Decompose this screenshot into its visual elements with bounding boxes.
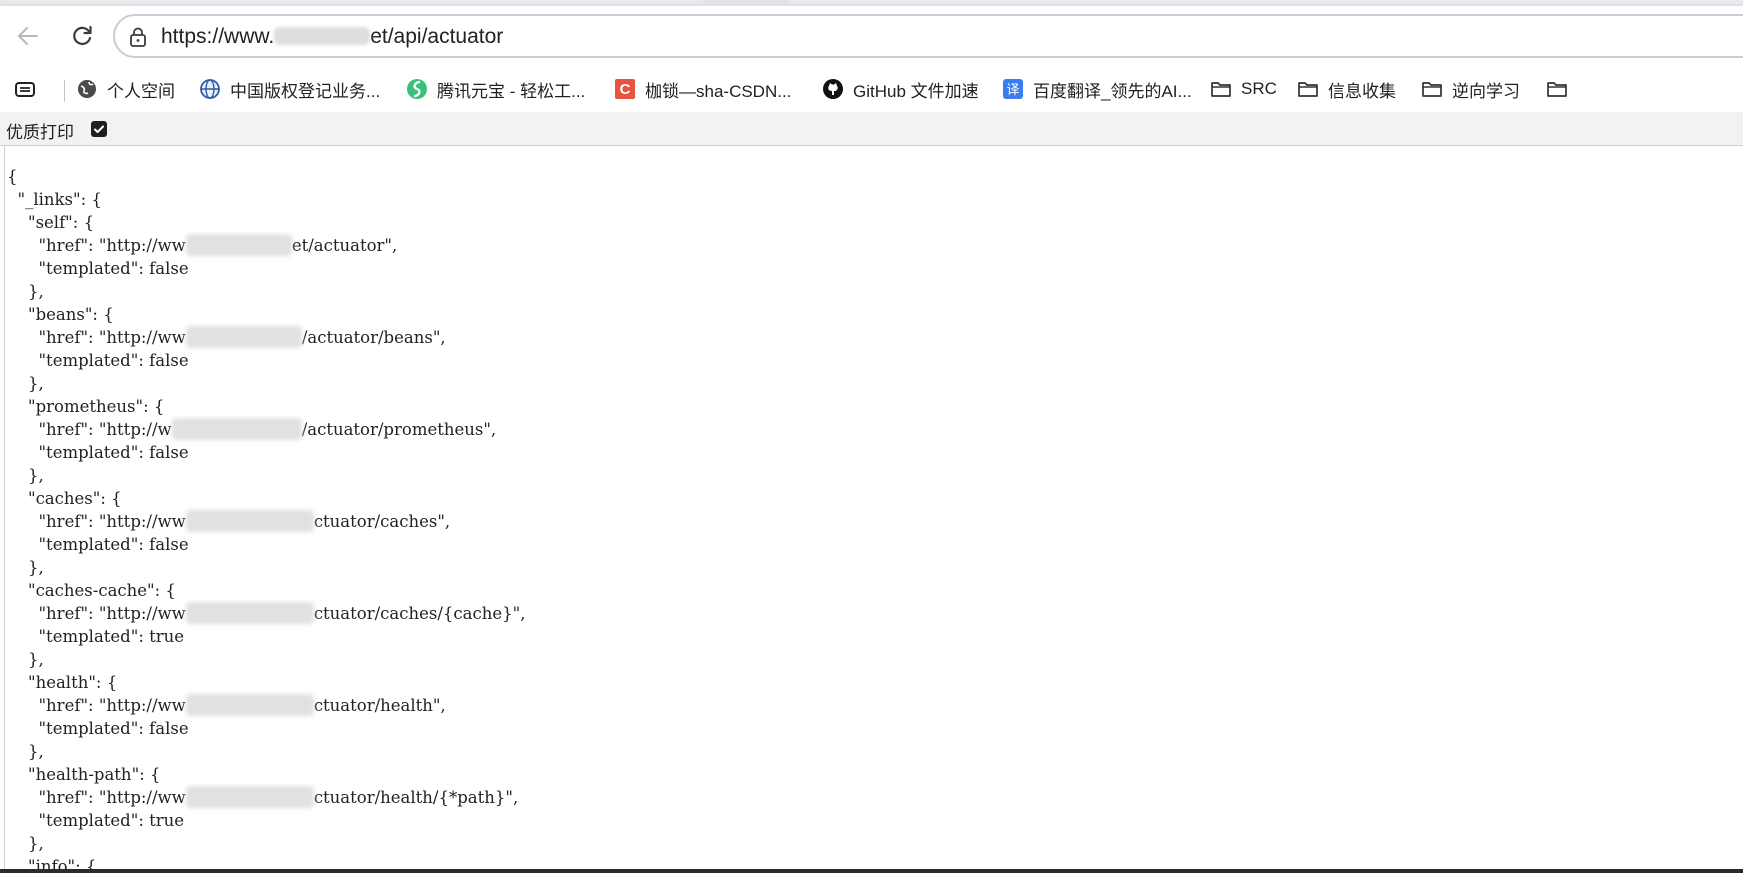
redacted-host: [185, 326, 302, 348]
json-line: "href": "http://ww ctuator/health",: [7, 694, 446, 716]
taskbar-edge: [0, 869, 1743, 873]
bookmark-personal-space[interactable]: 个人空间: [76, 76, 175, 102]
tab-inactive[interactable]: [0, 0, 705, 4]
bookmark-folder-info-gather[interactable]: 信息收集: [1297, 76, 1396, 102]
bookmark-label: 信息收集: [1328, 81, 1396, 101]
redacted-host: [185, 234, 292, 256]
svg-text:C: C: [620, 81, 631, 98]
bookmark-copyright[interactable]: 中国版权登记业务...: [199, 76, 380, 102]
folder-icon: [1546, 78, 1568, 100]
bookmark-csdn[interactable]: C 枷锁—sha-CSDN...: [614, 76, 791, 102]
bookmark-label: 枷锁—sha-CSDN...: [645, 81, 792, 101]
json-line: "beans": {: [7, 305, 114, 324]
redacted-host: [185, 510, 314, 532]
json-line: "templated": false: [7, 535, 189, 554]
back-button[interactable]: [12, 20, 44, 52]
json-line: "self": {: [7, 213, 95, 232]
pretty-print-label: 优质打印: [6, 123, 74, 143]
folder-icon: [1297, 78, 1319, 100]
redacted-host: [185, 786, 314, 808]
url-text[interactable]: https://www. et/api/actuator: [161, 25, 503, 49]
checkmark-icon: [94, 125, 104, 134]
json-line: "href": "http://ww ctuator/caches/{cache}…: [7, 602, 526, 624]
bookmark-folder-reverse[interactable]: 逆向学习: [1421, 76, 1520, 102]
csdn-icon: C: [614, 78, 636, 100]
yuanbao-icon: [406, 78, 428, 100]
json-line: "caches-cache": {: [7, 581, 176, 600]
url-visible-suffix: et/api/actuator: [370, 25, 504, 48]
json-line: "href": "http://ww/actuator/beans",: [7, 326, 446, 348]
bookmark-label: 逆向学习: [1452, 81, 1520, 101]
json-line: "href": "http://w/actuator/prometheus",: [7, 418, 497, 440]
json-line: {: [7, 167, 18, 186]
json-line: "href": "http://ww et/actuator",: [7, 234, 398, 256]
redacted-host: [185, 602, 314, 624]
viewer-left-border: [4, 146, 5, 870]
copyright-globe-icon: [199, 78, 221, 100]
redacted-host: [185, 694, 314, 716]
json-line: "templated": false: [7, 719, 189, 738]
json-line: "templated": true: [7, 811, 185, 830]
bookmark-label: 个人空间: [107, 81, 175, 101]
globe-icon: [76, 78, 98, 100]
url-visible-prefix: https://www.: [161, 25, 275, 48]
bookmark-label: SRC: [1241, 79, 1277, 98]
redacted-host: [171, 418, 302, 440]
svg-text:译: 译: [1006, 83, 1019, 98]
bookmark-label: 百度翻译_领先的AI...: [1033, 81, 1192, 101]
json-line: },: [7, 650, 44, 669]
json-line: "info": {: [7, 857, 97, 870]
folder-icon: [1210, 78, 1232, 100]
url-redaction: [274, 27, 371, 45]
json-line: },: [7, 466, 44, 485]
json-line: "href": "http://ww ctuator/health/{*path}…: [7, 786, 519, 808]
json-line: },: [7, 374, 44, 393]
pretty-print-checkbox[interactable]: [91, 121, 107, 137]
bookmark-folder-partial[interactable]: [1546, 76, 1577, 102]
reload-button[interactable]: [66, 20, 98, 52]
browser-toolbar: https://www. et/api/actuator: [0, 6, 1743, 66]
reload-icon: [73, 25, 92, 45]
tab-search-button[interactable]: [14, 76, 45, 102]
tab-active[interactable]: [790, 0, 1743, 4]
bookmark-github-accel[interactable]: GitHub 文件加速: [822, 76, 979, 102]
json-line: "_links": {: [7, 190, 102, 209]
github-icon: [822, 78, 844, 100]
json-line: "templated": false: [7, 351, 189, 370]
bookmark-label: 中国版权登记业务...: [230, 81, 381, 101]
json-line: "caches": {: [7, 489, 122, 508]
json-line: },: [7, 558, 44, 577]
bookmark-baidu-translate[interactable]: 译 百度翻译_领先的AI...: [1002, 76, 1192, 102]
folder-icon: [1421, 78, 1443, 100]
json-line: "templated": false: [7, 259, 189, 278]
bookmark-label: GitHub 文件加速: [853, 81, 979, 101]
tab-search-icon: [14, 78, 36, 100]
translate-icon: 译: [1002, 78, 1024, 100]
bookmark-folder-src[interactable]: SRC: [1210, 76, 1277, 102]
json-viewer: { "_links": { "self": { "href": "http://…: [0, 146, 1743, 870]
site-info-icon[interactable]: [127, 26, 149, 48]
json-line: "href": "http://ww ctuator/caches",: [7, 510, 451, 532]
json-line: "health": {: [7, 673, 118, 692]
json-line: "templated": true: [7, 627, 185, 646]
json-line: },: [7, 834, 44, 853]
back-arrow-icon: [18, 27, 38, 45]
pretty-print-bar: 优质打印: [0, 112, 1743, 146]
json-line: },: [7, 742, 44, 761]
json-text: { "_links": { "self": { "href": "http://…: [7, 165, 525, 870]
json-line: "templated": false: [7, 443, 189, 462]
bookmarks-bar: 个人空间 中国版权登记业务... 腾讯元宝 - 轻松工... C 枷锁—sha-…: [0, 66, 1743, 112]
address-bar[interactable]: https://www. et/api/actuator: [113, 14, 1743, 58]
json-line: "health-path": {: [7, 765, 161, 784]
bookmark-yuanbao[interactable]: 腾讯元宝 - 轻松工...: [406, 76, 585, 102]
bookmark-separator: [64, 80, 65, 102]
json-line: },: [7, 282, 44, 301]
json-line: "prometheus": {: [7, 397, 165, 416]
bookmark-label: 腾讯元宝 - 轻松工...: [437, 81, 586, 101]
